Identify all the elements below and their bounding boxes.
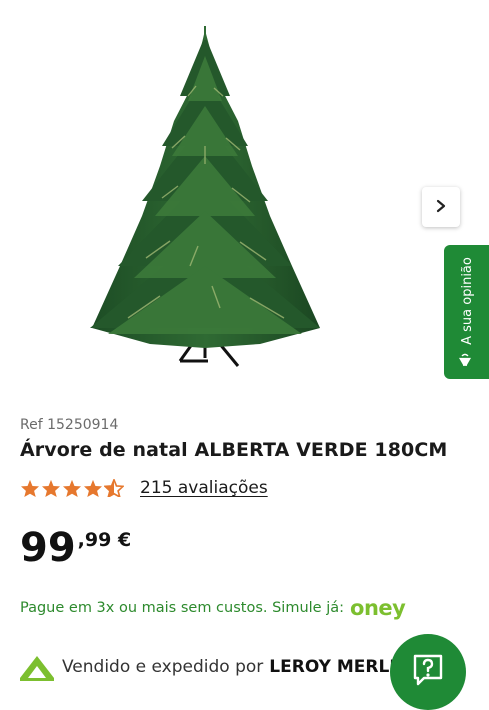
product-rating[interactable]: 215 avaliações: [20, 478, 268, 498]
gallery-next-button[interactable]: [422, 187, 460, 227]
reviews-link[interactable]: 215 avaliações: [140, 478, 268, 498]
oney-logo: oney: [350, 596, 406, 620]
star-full-icon: [21, 479, 39, 497]
product-image-gallery[interactable]: [0, 0, 489, 400]
product-title: Árvore de natal ALBERTA VERDE 180CM: [20, 439, 448, 461]
feedback-tab-label: A sua opinião: [459, 257, 474, 345]
star-full-icon: [63, 479, 81, 497]
seller-name: LEROY MERLIN: [269, 657, 410, 677]
price-integer: 99: [20, 525, 76, 571]
christmas-tree-image: [90, 26, 320, 367]
product-image[interactable]: [80, 26, 330, 374]
installments-offer[interactable]: Pague em 3x ou mais sem custos. Simule j…: [20, 596, 406, 620]
star-half-icon: [104, 479, 124, 497]
price-decimal: ,99 €: [77, 529, 132, 551]
star-full-icon: [84, 479, 102, 497]
seller-info: Vendido e expedido por LEROY MERLIN: [18, 652, 410, 682]
product-reference: Ref 15250914: [20, 417, 119, 433]
seller-prefix: Vendido e expedido por: [62, 657, 264, 677]
installments-text: Pague em 3x ou mais sem custos. Simule j…: [20, 600, 345, 616]
chevron-right-icon: [435, 198, 447, 217]
rating-stars: [20, 479, 124, 497]
leroy-merlin-logo: [18, 652, 56, 682]
feedback-tab[interactable]: A sua opinião: [444, 245, 489, 379]
question-chat-icon: [410, 652, 446, 692]
product-price: 99 ,99 €: [20, 524, 131, 572]
megaphone-icon: [457, 351, 477, 367]
star-full-icon: [42, 479, 60, 497]
